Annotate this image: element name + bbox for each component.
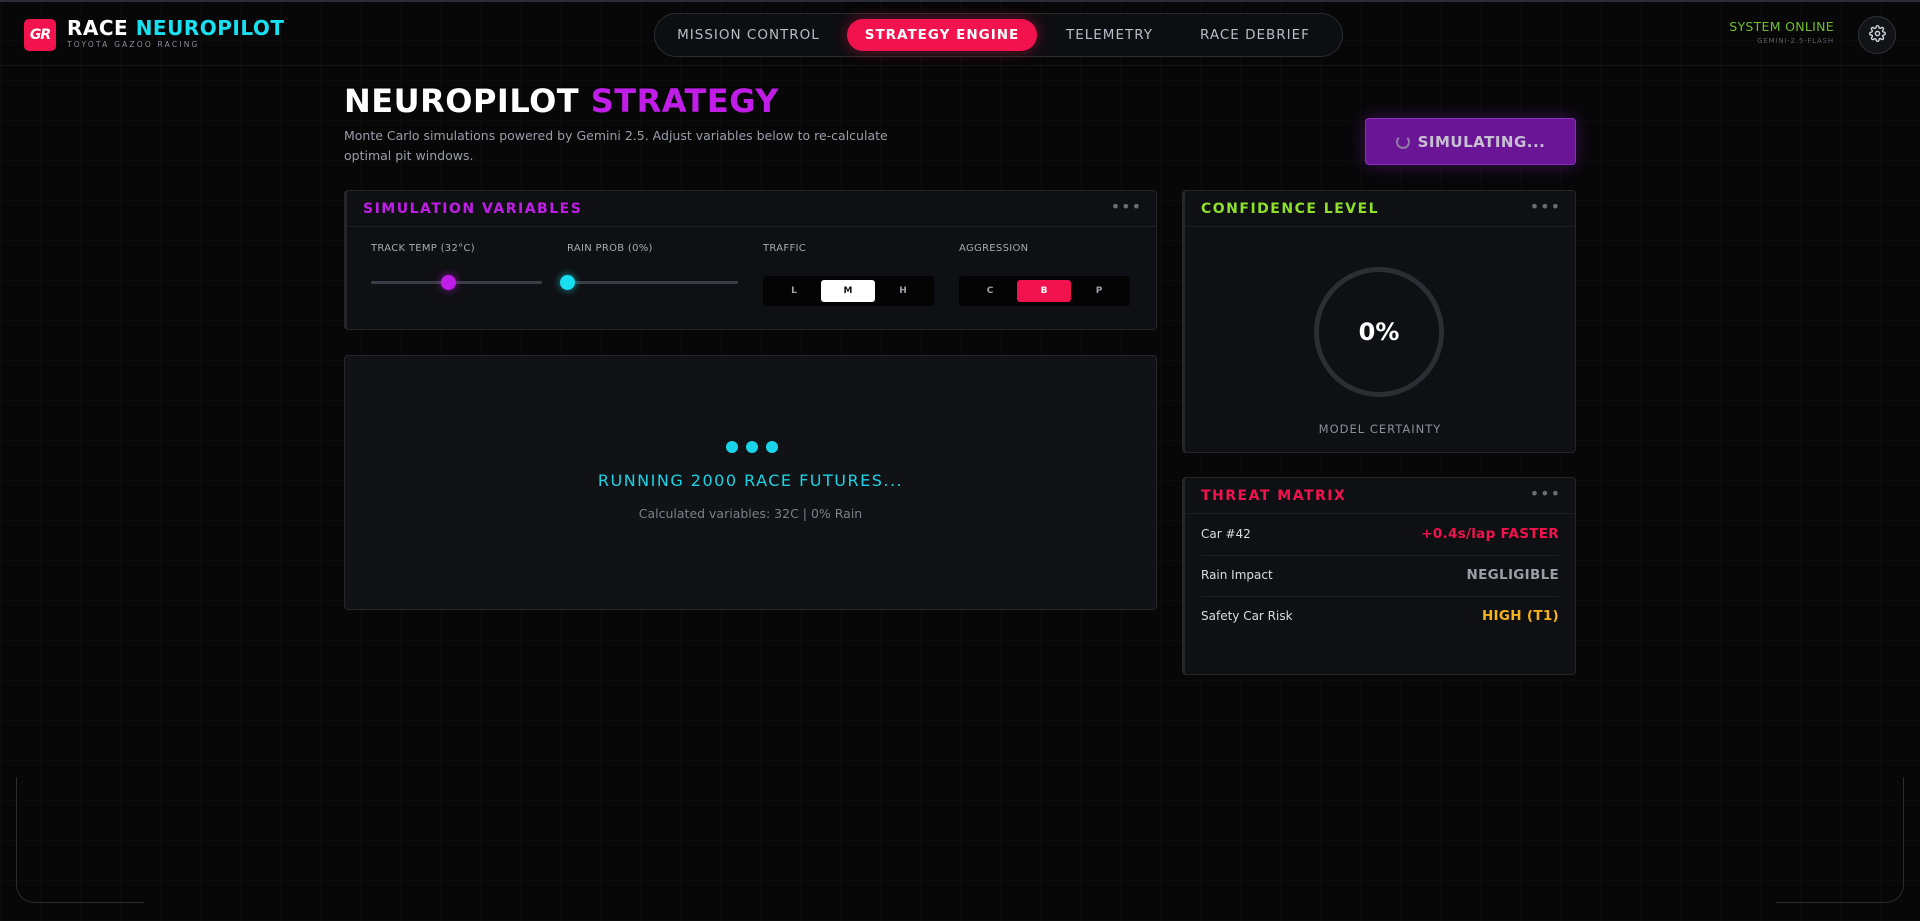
confidence-gauge: 0%	[1314, 267, 1444, 397]
slider-thumb[interactable]	[560, 275, 575, 290]
traffic-label: TRAFFIC	[763, 243, 807, 254]
simulation-status-panel: RUNNING 2000 RACE FUTURES... Calculated …	[344, 355, 1157, 610]
brand-title-part1: RACE	[67, 16, 129, 40]
variables-body: TRACK TEMP (32°C) RAIN PROB (0%) TRAFFIC…	[347, 227, 1156, 327]
traffic-option-high[interactable]: H	[876, 280, 930, 302]
more-dots-icon[interactable]: •••	[1530, 197, 1561, 216]
panel-title: SIMULATION VARIABLES	[363, 201, 583, 217]
simulate-button[interactable]: SIMULATING...	[1365, 118, 1576, 165]
track-temp-label: TRACK TEMP (32°C)	[371, 243, 475, 254]
app-header: GR RACE NEUROPILOT TOYOTA GAZOO RACING M…	[0, 2, 1920, 66]
more-dots-icon[interactable]: •••	[1530, 484, 1561, 503]
simulate-button-label: SIMULATING...	[1417, 132, 1546, 151]
threat-value: NEGLIGIBLE	[1466, 567, 1559, 583]
tab-telemetry[interactable]: TELEMETRY	[1047, 19, 1172, 51]
threat-matrix-panel: THREAT MATRIX ••• Car #42 +0.4s/lap FAST…	[1182, 477, 1576, 675]
threat-label: Car #42	[1201, 527, 1251, 541]
page-title-part1: NEUROPILOT	[344, 82, 580, 120]
aggression-selector: C B P	[959, 276, 1130, 306]
confidence-value: 0%	[1358, 318, 1400, 346]
more-dots-icon[interactable]: •••	[1111, 197, 1142, 216]
corner-bracket-right	[1776, 777, 1904, 903]
gr-logo-icon: GR	[24, 19, 56, 51]
panel-header: CONFIDENCE LEVEL •••	[1185, 191, 1575, 227]
threat-row: Rain Impact NEGLIGIBLE	[1201, 556, 1559, 597]
aggression-option-push[interactable]: P	[1072, 280, 1126, 302]
main-nav: MISSION CONTROL STRATEGY ENGINE TELEMETR…	[654, 13, 1343, 57]
traffic-selector: L M H	[763, 276, 934, 306]
simulation-variables-panel: SIMULATION VARIABLES ••• TRACK TEMP (32°…	[344, 190, 1157, 330]
running-status-text: RUNNING 2000 RACE FUTURES...	[597, 471, 904, 490]
aggression-option-balanced[interactable]: B	[1017, 280, 1071, 302]
rain-prob-label: RAIN PROB (0%)	[567, 243, 653, 254]
corner-bracket-left	[16, 777, 144, 903]
system-model-label: GEMINI-2.5-FLASH	[1757, 37, 1834, 45]
threat-value: HIGH (T1)	[1481, 608, 1559, 624]
tab-mission-control[interactable]: MISSION CONTROL	[661, 19, 836, 51]
system-status-label: SYSTEM ONLINE	[1729, 19, 1834, 34]
gear-icon	[1868, 24, 1886, 46]
threat-label: Safety Car Risk	[1201, 609, 1293, 623]
threat-value: +0.4s/lap FASTER	[1421, 526, 1559, 542]
page-title-part2: STRATEGY	[590, 82, 779, 120]
settings-button[interactable]	[1858, 16, 1896, 54]
tab-strategy-engine[interactable]: STRATEGY ENGINE	[847, 19, 1037, 51]
threat-label: Rain Impact	[1201, 568, 1273, 582]
panel-title: THREAT MATRIX	[1201, 488, 1347, 504]
panel-header: THREAT MATRIX •••	[1185, 478, 1575, 514]
rain-prob-slider[interactable]	[560, 275, 738, 290]
brand-title-part2: NEUROPILOT	[135, 16, 285, 40]
panel-header: SIMULATION VARIABLES •••	[347, 191, 1156, 227]
track-temp-slider[interactable]	[371, 275, 542, 290]
tab-race-debrief[interactable]: RACE DEBRIEF	[1180, 19, 1330, 51]
threat-row: Car #42 +0.4s/lap FASTER	[1201, 515, 1559, 556]
system-status: SYSTEM ONLINE GEMINI-2.5-FLASH	[1729, 19, 1834, 45]
page-title: NEUROPILOT STRATEGY	[344, 82, 779, 120]
threat-row: Safety Car Risk HIGH (T1)	[1201, 597, 1559, 638]
threat-list: Car #42 +0.4s/lap FASTER Rain Impact NEG…	[1185, 515, 1575, 645]
model-certainty-caption: MODEL CERTAINTY	[1318, 422, 1442, 436]
page-description: Monte Carlo simulations powered by Gemin…	[344, 128, 888, 163]
spinner-icon	[1395, 134, 1410, 149]
traffic-option-medium[interactable]: M	[821, 280, 875, 302]
calculated-variables-text: Calculated variables: 32C | 0% Rain	[638, 506, 863, 521]
slider-thumb[interactable]	[440, 275, 456, 290]
aggression-label: AGGRESSION	[959, 243, 1029, 254]
brand-title: RACE NEUROPILOT	[67, 17, 285, 39]
confidence-level-panel: CONFIDENCE LEVEL ••• 0% MODEL CERTAINTY	[1182, 190, 1576, 453]
aggression-option-conservative[interactable]: C	[963, 280, 1017, 302]
panel-title: CONFIDENCE LEVEL	[1201, 201, 1380, 217]
brand: RACE NEUROPILOT TOYOTA GAZOO RACING	[67, 17, 285, 49]
brand-subtitle: TOYOTA GAZOO RACING	[67, 40, 200, 49]
traffic-option-low[interactable]: L	[767, 280, 821, 302]
